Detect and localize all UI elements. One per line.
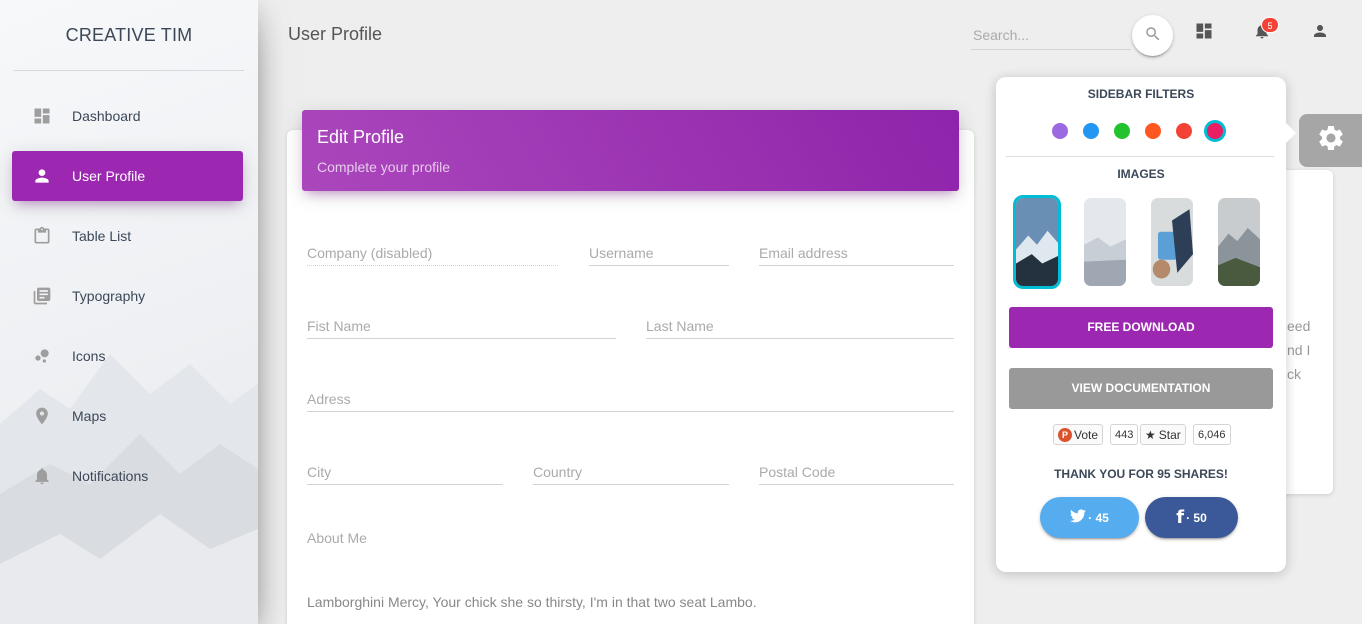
card-subtitle: Complete your profile [317,159,451,175]
bubble-chart-icon [32,346,52,366]
country-field[interactable]: Country [533,459,729,485]
search-button[interactable] [1132,15,1173,56]
vote-button[interactable]: P Vote [1053,424,1104,445]
sidebar-item-notifications[interactable]: Notifications [12,451,243,501]
images-title: IMAGES [1117,167,1165,181]
person-icon [1311,22,1329,45]
twitter-share-count: · 45 [1088,510,1109,525]
sidebar-item-label: Icons [72,348,106,364]
sidebar-filters-title: SIDEBAR FILTERS [1087,87,1195,101]
product-hunt-icon: P [1058,427,1072,442]
vote-label: Vote [1074,427,1099,442]
location-pin-icon [32,406,52,426]
view-documentation-button[interactable]: VIEW DOCUMENTATION [1009,368,1273,409]
gear-icon [1316,123,1346,158]
clipboard-icon [32,226,52,246]
sidebar-item-icons[interactable]: Icons [12,331,243,381]
sidebar-item-typography[interactable]: Typography [12,271,243,321]
settings-toggle-button[interactable] [1299,114,1362,167]
dashboard-topbar-button[interactable] [1193,22,1215,44]
free-download-button[interactable]: FREE DOWNLOAD [1009,307,1273,348]
postal-code-field[interactable]: Postal Code [759,459,954,485]
sidebar-item-dashboard[interactable]: Dashboard [12,91,243,141]
vote-count: 443 [1110,424,1139,445]
color-swatch-green[interactable] [1114,123,1130,139]
twitter-share-button[interactable]: · 45 [1040,497,1139,538]
sidebar-item-user-profile[interactable]: User Profile [12,151,243,201]
color-swatch-rose[interactable] [1204,120,1226,142]
star-icon: ★ [1145,427,1156,442]
card-title: Edit Profile [317,127,405,147]
city-field[interactable]: City [307,459,503,485]
about-me-textarea[interactable]: Lamborghini Mercy, Your chick she so thi… [307,594,757,610]
sidebar-item-label: Dashboard [72,108,141,124]
search-icon [1144,25,1162,46]
brand-logo-text[interactable]: CREATIVE TIM [0,0,258,70]
sidebar-image-option[interactable] [1215,195,1263,289]
sidebar-item-label: Notifications [72,468,149,484]
dashboard-icon [1194,21,1214,46]
color-swatch-purple[interactable] [1052,123,1068,139]
color-swatch-blue[interactable] [1083,123,1099,139]
card-text-line: nd I [1287,342,1311,358]
address-field[interactable]: Adress [307,386,954,412]
email-field[interactable]: Email address [759,240,954,266]
page-title[interactable]: User Profile [288,24,382,45]
about-me-label: About Me [307,530,367,546]
sidebar-item-label: Maps [72,408,107,424]
sidebar-nav: Dashboard User Profile Table List Typogr… [0,91,258,501]
sidebar-item-label: User Profile [72,168,146,184]
brand-divider [14,70,244,71]
star-label: Star [1158,427,1181,442]
sidebar-image-option[interactable] [1013,195,1061,289]
card-header: Edit Profile Complete your profile [302,110,959,191]
library-books-icon [32,286,52,306]
person-icon [32,166,52,186]
sidebar-item-maps[interactable]: Maps [12,391,243,441]
card-text-line: eed [1287,318,1311,334]
facebook-share-count: · 50 [1186,510,1207,525]
sidebar-image-option[interactable] [1148,195,1196,289]
color-swatch-red[interactable] [1176,123,1192,139]
divider [1006,156,1274,157]
sidebar: CREATIVE TIM Dashboard User Profile Tabl… [0,0,258,624]
dashboard-icon [32,106,52,126]
username-field[interactable]: Username [589,240,729,266]
settings-dropdown: SIDEBAR FILTERS IMAGES FREE DOWNLOAD VIE… [996,77,1296,572]
star-button[interactable]: ★ Star [1140,424,1186,445]
sidebar-item-table-list[interactable]: Table List [12,211,243,261]
profile-summary-card: eed nd I ck [1280,170,1333,494]
sidebar-item-label: Table List [72,228,132,244]
last-name-field[interactable]: Last Name [646,313,954,339]
star-count: 6,046 [1193,424,1231,445]
search-input[interactable] [971,20,1131,50]
profile-topbar-button[interactable] [1309,22,1331,44]
color-swatch-orange[interactable] [1145,123,1161,139]
company-field: Company (disabled) [307,240,558,266]
card-text-line: ck [1287,366,1301,382]
shares-thank-you: THANK YOU FOR 95 SHARES! [1054,467,1228,481]
sidebar-item-label: Typography [72,288,146,304]
notification-count-badge: 5 [1261,17,1279,33]
bell-icon [32,466,52,486]
twitter-icon [1070,509,1087,526]
facebook-share-button[interactable]: f · 50 [1145,497,1238,538]
sidebar-image-option[interactable] [1081,195,1129,289]
facebook-icon: f [1176,507,1185,528]
first-name-field[interactable]: Fist Name [307,313,616,339]
edit-profile-card [287,130,974,624]
